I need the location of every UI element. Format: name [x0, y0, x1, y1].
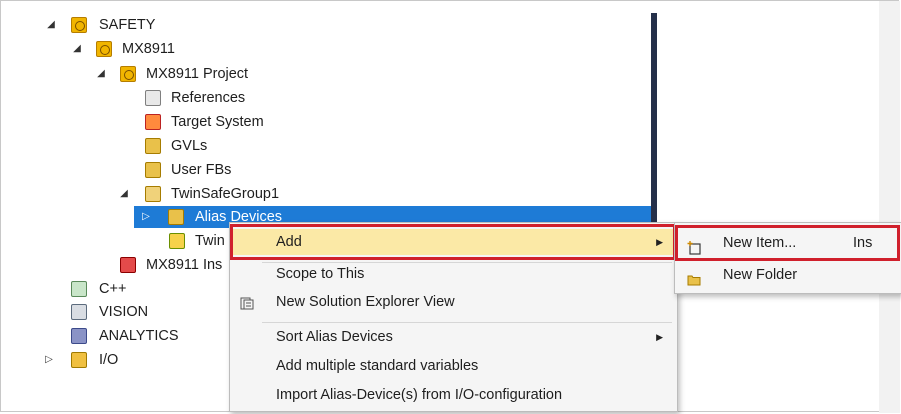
context-menu: Add ▶ Scope to This New Solution Explore…: [229, 222, 678, 412]
menu-item-label: Sort Alias Devices: [276, 329, 393, 345]
tree-item-cpp[interactable]: C++: [1, 278, 229, 300]
tree-item-twinsafegroup1[interactable]: ◢ TwinSafeGroup1: [1, 183, 641, 205]
submenu-arrow-icon: ▶: [656, 332, 663, 342]
open-folder-icon: [145, 186, 161, 202]
twinsafe-icon: [169, 233, 185, 249]
menu-item-sort-alias-devices[interactable]: Sort Alias Devices ▶: [230, 324, 677, 350]
new-explorer-view-icon: [240, 294, 255, 310]
folder-icon: [145, 162, 161, 178]
tree-item-gvls[interactable]: GVLs: [1, 135, 641, 157]
expand-arrow-icon[interactable]: ▷: [43, 349, 55, 371]
menu-item-scope-to-this[interactable]: Scope to This: [230, 261, 677, 287]
right-pane: [657, 13, 879, 403]
analytics-icon: [71, 328, 87, 344]
tree-item-safety[interactable]: ◢ SAFETY: [1, 14, 641, 36]
menu-item-import-alias-devices[interactable]: Import Alias-Device(s) from I/O-configur…: [230, 382, 677, 408]
collapse-arrow-icon[interactable]: ◢: [45, 14, 57, 36]
tree-item-io[interactable]: ▷ I/O: [1, 349, 229, 371]
tree-item-label: TwinSafeGroup1: [171, 186, 280, 202]
io-icon: [71, 352, 87, 368]
tree-item-label: User FBs: [171, 162, 232, 178]
safety-icon: [71, 17, 87, 33]
references-icon: [145, 90, 161, 106]
highlight-box-add: [230, 224, 676, 260]
tree-item-label: References: [171, 90, 246, 106]
collapse-arrow-icon[interactable]: ◢: [118, 183, 130, 205]
add-submenu: New Item... Ins New Folder: [674, 222, 901, 294]
new-folder-icon: [687, 268, 701, 286]
folder-icon: [145, 138, 161, 154]
scrollbar-track[interactable]: [879, 1, 900, 413]
safety-project-icon: [120, 66, 136, 82]
menu-item-label: Add multiple standard variables: [276, 358, 479, 374]
tree-item-target-system[interactable]: Target System: [1, 111, 641, 133]
tree-item-twinsafe[interactable]: Twin: [1, 230, 229, 252]
tree-item-label: C++: [99, 281, 127, 297]
tree-item-user-fbs[interactable]: User FBs: [1, 159, 641, 181]
menu-item-label: Import Alias-Device(s) from I/O-configur…: [276, 387, 563, 403]
cpp-icon: [71, 281, 87, 297]
tree-item-label: MX8911 Project: [146, 66, 249, 82]
menu-item-label: New Solution Explorer View: [276, 294, 455, 310]
tree-item-label: ANALYTICS: [99, 328, 179, 344]
menu-item-add-multiple-standard-variables[interactable]: Add multiple standard variables: [230, 353, 677, 379]
tree-item-label: Twin: [195, 233, 225, 249]
menu-item-new-solution-explorer-view[interactable]: New Solution Explorer View: [230, 289, 677, 315]
submenu-item-label: New Folder: [723, 267, 798, 283]
expand-arrow-icon[interactable]: ▷: [140, 206, 152, 228]
menu-separator: [262, 322, 672, 323]
tree-item-label: GVLs: [171, 138, 208, 154]
instance-icon: [120, 257, 136, 273]
vision-icon: [71, 304, 87, 320]
tree-item-vision[interactable]: VISION: [1, 301, 229, 323]
tree-item-label: MX8911 Ins: [146, 257, 223, 273]
tree-item-label: VISION: [99, 304, 149, 320]
tree-item-references[interactable]: References: [1, 87, 641, 109]
collapse-arrow-icon[interactable]: ◢: [95, 63, 107, 85]
target-system-icon: [145, 114, 161, 130]
solution-explorer-window: ◢ SAFETY ◢ MX8911 ◢ MX8911 Project Refer…: [0, 0, 901, 413]
tree-item-mx8911-project[interactable]: ◢ MX8911 Project: [1, 63, 641, 85]
tree-item-label: I/O: [99, 352, 119, 368]
safety-icon: [96, 41, 112, 57]
tree-item-analytics[interactable]: ANALYTICS: [1, 325, 229, 347]
submenu-item-new-folder[interactable]: New Folder: [675, 260, 901, 290]
tree-item-label: SAFETY: [99, 17, 156, 33]
tree-item-mx8911[interactable]: ◢ MX8911: [1, 38, 641, 60]
menu-item-label: Scope to This: [276, 266, 365, 282]
tree-item-label: MX8911: [122, 41, 175, 57]
collapse-arrow-icon[interactable]: ◢: [71, 38, 83, 60]
tree-item-mx8911-instance[interactable]: MX8911 Ins: [1, 254, 229, 276]
folder-icon: [168, 209, 184, 225]
highlight-box-new-item: [675, 225, 900, 261]
tree-item-label: Target System: [171, 114, 264, 130]
